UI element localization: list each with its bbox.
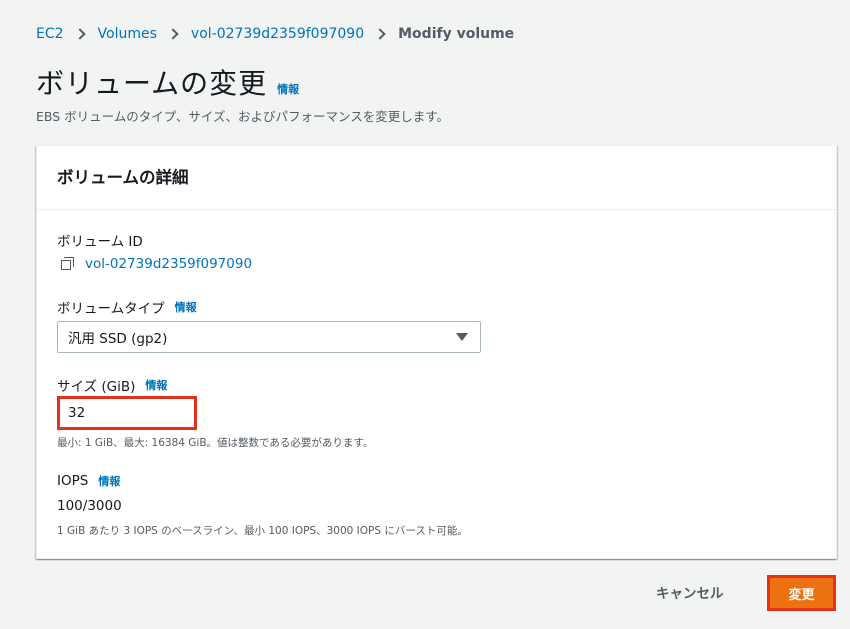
chevron-right-icon xyxy=(374,28,386,40)
size-label-text: サイズ (GiB) xyxy=(57,379,136,395)
volume-type-selected-value: 汎用 SSD (gp2) xyxy=(68,331,168,347)
breadcrumb-link-volumes[interactable]: Volumes xyxy=(98,26,157,42)
cancel-button[interactable]: キャンセル xyxy=(656,583,724,605)
size-hint: 最小: 1 GiB、最大: 16384 GiB。値は整数である必要があります。 xyxy=(57,437,374,449)
iops-label: IOPS 情報 xyxy=(57,473,120,489)
iops-value: 100/3000 xyxy=(57,498,122,514)
size-label: サイズ (GiB) 情報 xyxy=(57,375,167,395)
volume-type-info-link[interactable]: 情報 xyxy=(175,299,197,315)
volume-type-label: ボリュームタイプ 情報 xyxy=(57,297,197,317)
page-description: EBS ボリュームのタイプ、サイズ、およびパフォーマンスを変更します。 xyxy=(36,109,450,124)
volume-type-label-text: ボリュームタイプ xyxy=(57,301,165,317)
iops-hint: 1 GiB あたり 3 IOPS のベースライン、最小 100 IOPS、300… xyxy=(57,525,468,537)
iops-label-text: IOPS xyxy=(57,473,89,489)
chevron-right-icon xyxy=(167,28,179,40)
size-info-link[interactable]: 情報 xyxy=(145,377,167,393)
page-header: ボリュームの変更 情報 xyxy=(36,62,299,102)
breadcrumb-current: Modify volume xyxy=(398,26,515,42)
iops-info-link[interactable]: 情報 xyxy=(98,473,120,489)
breadcrumb-link-ec2[interactable]: EC2 xyxy=(36,26,64,42)
volume-id-label: ボリューム ID xyxy=(57,230,143,250)
page-title: ボリュームの変更 xyxy=(36,67,268,100)
modify-button[interactable]: 変更 xyxy=(767,575,836,611)
volume-id-label-text: ボリューム ID xyxy=(57,234,143,250)
volume-type-select[interactable]: 汎用 SSD (gp2) xyxy=(57,321,481,353)
size-input[interactable] xyxy=(57,396,197,430)
page-info-link[interactable]: 情報 xyxy=(277,81,299,97)
panel-title: ボリュームの詳細 xyxy=(37,146,836,210)
volume-details-panel: ボリュームの詳細 ボリューム ID vol-02739d2359f097090 … xyxy=(36,145,837,559)
caret-down-icon xyxy=(456,333,468,341)
volume-id-value[interactable]: vol-02739d2359f097090 xyxy=(85,256,252,272)
copy-icon[interactable] xyxy=(61,257,75,271)
chevron-right-icon xyxy=(73,28,86,40)
breadcrumb-link-volume-id[interactable]: vol-02739d2359f097090 xyxy=(191,26,364,42)
breadcrumb: EC2 Volumes vol-02739d2359f097090 Modify… xyxy=(36,24,514,44)
volume-id-link[interactable]: vol-02739d2359f097090 xyxy=(61,256,252,272)
